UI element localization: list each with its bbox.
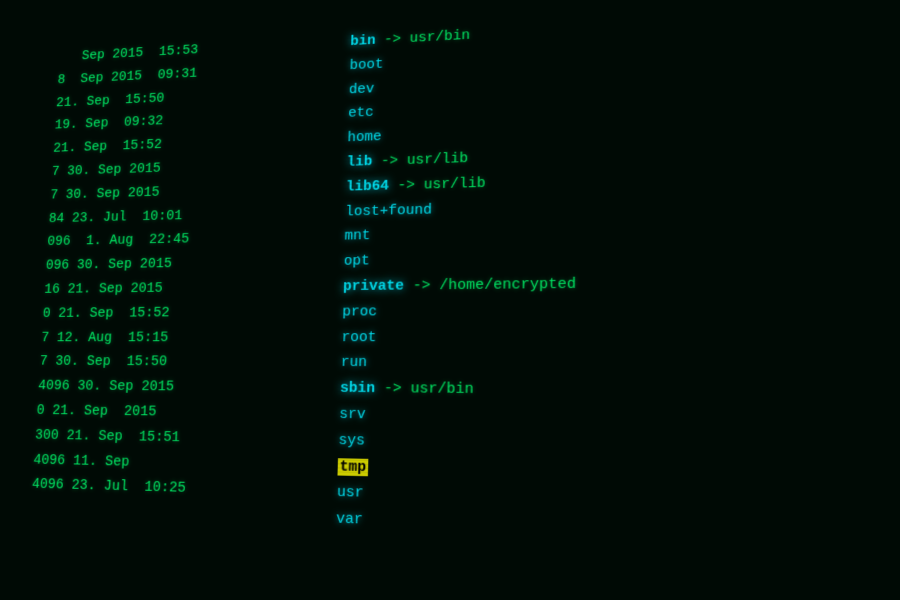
filename-sys: sys <box>338 432 365 450</box>
filename-tmp: tmp <box>337 458 368 476</box>
filename-usr: usr <box>337 484 364 502</box>
ls-line-13: 7 12. Aug 15:15 <box>41 325 314 350</box>
link-sbin: -> usr/bin <box>384 380 474 398</box>
ls-line-11: 16 21. Sep 2015 <box>44 275 315 302</box>
filename-proc: proc <box>342 303 377 320</box>
link-lib64: -> usr/lib <box>397 175 485 194</box>
ls-line-19: 4096 23. Jul 10:25 <box>31 472 308 505</box>
entry-proc: proc <box>342 295 900 325</box>
filename-home: home <box>347 129 382 146</box>
filename-private: private <box>343 278 404 295</box>
link-bin: -> usr/bin <box>384 27 470 47</box>
ls-line-15: 4096 30. Sep 2015 <box>37 374 311 401</box>
file-metadata-column: Sep 2015 15:53 8 Sep 2015 09:31 21. Sep … <box>26 27 323 593</box>
file-names-column: bin -> usr/bin boot dev etc home lib - <box>304 0 900 600</box>
filename-root: root <box>341 329 376 346</box>
filename-lib64: lib64 <box>346 178 389 195</box>
terminal-content: Sep 2015 15:53 8 Sep 2015 09:31 21. Sep … <box>16 0 900 600</box>
ls-line-10: 096 30. Sep 2015 <box>45 250 316 278</box>
ls-line-12: 0 21. Sep 15:52 <box>42 300 314 326</box>
filename-lib: lib <box>347 154 373 171</box>
filename-etc: etc <box>348 105 374 122</box>
filename-dev: dev <box>349 81 375 98</box>
entry-root: root <box>341 323 900 351</box>
entry-run: run <box>340 350 900 379</box>
filename-mnt: mnt <box>344 228 370 245</box>
filename-bin: bin <box>350 33 376 50</box>
filename-run: run <box>341 354 368 371</box>
filename-lost-found: lost+found <box>345 201 432 219</box>
link-private: -> /home/encrypted <box>413 276 577 295</box>
filename-opt: opt <box>344 253 370 270</box>
filename-boot: boot <box>349 56 383 73</box>
filename-var: var <box>336 510 363 528</box>
filename-sbin: sbin <box>340 380 376 397</box>
link-lib: -> usr/lib <box>381 150 469 169</box>
filename-srv: srv <box>339 406 366 423</box>
terminal-window: Sep 2015 15:53 8 Sep 2015 09:31 21. Sep … <box>0 0 900 600</box>
ls-line-14: 7 30. Sep 15:50 <box>39 350 312 376</box>
